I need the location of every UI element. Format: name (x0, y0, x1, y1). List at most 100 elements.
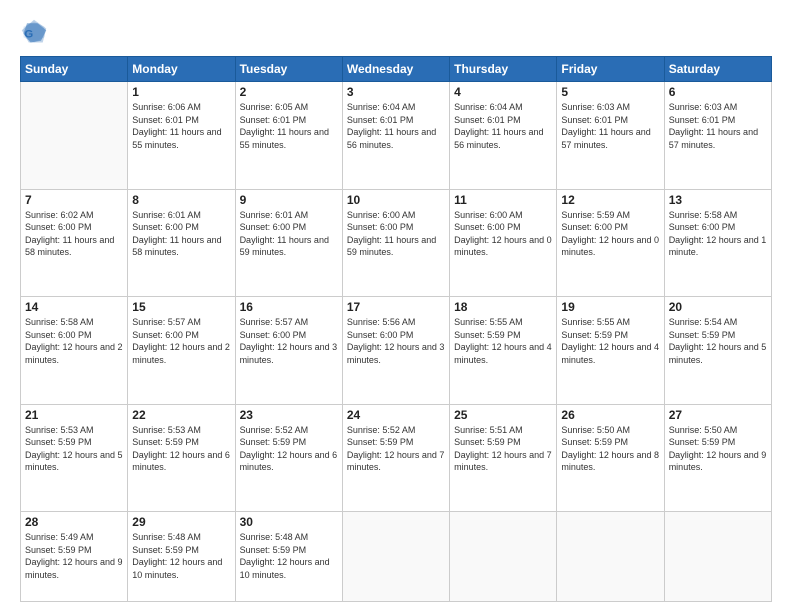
calendar-cell: 17 Sunrise: 5:56 AM Sunset: 6:00 PM Dayli… (342, 297, 449, 405)
day-info: Sunrise: 6:03 AM Sunset: 6:01 PM Dayligh… (561, 101, 659, 151)
page: G SundayMondayTuesdayWednesdayThursdayFr… (0, 0, 792, 612)
calendar-week-row: 21 Sunrise: 5:53 AM Sunset: 5:59 PM Dayli… (21, 404, 772, 512)
calendar-cell: 21 Sunrise: 5:53 AM Sunset: 5:59 PM Dayli… (21, 404, 128, 512)
day-info: Sunrise: 6:03 AM Sunset: 6:01 PM Dayligh… (669, 101, 767, 151)
day-number: 23 (240, 408, 338, 422)
calendar-cell: 5Sunrise: 6:03 AM Sunset: 6:01 PM Daylig… (557, 82, 664, 190)
calendar-cell: 1Sunrise: 6:06 AM Sunset: 6:01 PM Daylig… (128, 82, 235, 190)
calendar-cell: 10 Sunrise: 6:00 AM Sunset: 6:00 PM Dayli… (342, 189, 449, 297)
day-number: 21 (25, 408, 123, 422)
day-info: Sunrise: 6:04 AM Sunset: 6:01 PM Dayligh… (454, 101, 552, 151)
day-info: Sunrise: 5:56 AM Sunset: 6:00 PM Dayligh… (347, 316, 445, 366)
day-info: Sunrise: 6:01 AM Sunset: 6:00 PM Dayligh… (132, 209, 230, 259)
calendar-cell: 24Sunrise: 5:52 AM Sunset: 5:59 PM Dayli… (342, 404, 449, 512)
calendar-cell: 6 Sunrise: 6:03 AM Sunset: 6:01 PM Daylig… (664, 82, 771, 190)
day-info: Sunrise: 5:55 AM Sunset: 5:59 PM Dayligh… (561, 316, 659, 366)
day-info: Sunrise: 5:52 AM Sunset: 5:59 PM Dayligh… (347, 424, 445, 474)
calendar-cell: 26Sunrise: 5:50 AM Sunset: 5:59 PM Dayli… (557, 404, 664, 512)
day-info: Sunrise: 6:04 AM Sunset: 6:01 PM Dayligh… (347, 101, 445, 151)
day-info: Sunrise: 5:52 AM Sunset: 5:59 PM Dayligh… (240, 424, 338, 474)
day-info: Sunrise: 5:58 AM Sunset: 6:00 PM Dayligh… (25, 316, 123, 366)
day-info: Sunrise: 5:53 AM Sunset: 5:59 PM Dayligh… (25, 424, 123, 474)
calendar-header-row: SundayMondayTuesdayWednesdayThursdayFrid… (21, 57, 772, 82)
day-info: Sunrise: 6:00 AM Sunset: 6:00 PM Dayligh… (454, 209, 552, 259)
calendar-cell (21, 82, 128, 190)
day-number: 7 (25, 193, 123, 207)
calendar-cell: 30 Sunrise: 5:48 AM Sunset: 5:59 PM Dayli… (235, 512, 342, 602)
calendar-cell: 28Sunrise: 5:49 AM Sunset: 5:59 PM Dayli… (21, 512, 128, 602)
calendar-cell: 3 Sunrise: 6:04 AM Sunset: 6:01 PM Daylig… (342, 82, 449, 190)
day-number: 30 (240, 515, 338, 529)
day-info: Sunrise: 5:48 AM Sunset: 5:59 PM Dayligh… (132, 531, 230, 581)
calendar-cell: 19 Sunrise: 5:55 AM Sunset: 5:59 PM Dayli… (557, 297, 664, 405)
calendar-cell: 4 Sunrise: 6:04 AM Sunset: 6:01 PM Daylig… (450, 82, 557, 190)
day-info: Sunrise: 6:00 AM Sunset: 6:00 PM Dayligh… (347, 209, 445, 259)
day-number: 13 (669, 193, 767, 207)
day-number: 15 (132, 300, 230, 314)
calendar-day-header: Thursday (450, 57, 557, 82)
day-info: Sunrise: 6:05 AM Sunset: 6:01 PM Dayligh… (240, 101, 338, 151)
generalblue-logo-icon: G (20, 18, 48, 46)
day-number: 18 (454, 300, 552, 314)
day-info: Sunrise: 5:59 AM Sunset: 6:00 PM Dayligh… (561, 209, 659, 259)
header: G (20, 18, 772, 46)
day-info: Sunrise: 5:50 AM Sunset: 5:59 PM Dayligh… (669, 424, 767, 474)
calendar-cell: 23 Sunrise: 5:52 AM Sunset: 5:59 PM Dayli… (235, 404, 342, 512)
day-info: Sunrise: 5:48 AM Sunset: 5:59 PM Dayligh… (240, 531, 338, 581)
day-number: 26 (561, 408, 659, 422)
calendar-day-header: Wednesday (342, 57, 449, 82)
day-info: Sunrise: 5:53 AM Sunset: 5:59 PM Dayligh… (132, 424, 230, 474)
day-number: 29 (132, 515, 230, 529)
calendar-day-header: Tuesday (235, 57, 342, 82)
logo: G (20, 18, 52, 46)
day-info: Sunrise: 5:57 AM Sunset: 6:00 PM Dayligh… (132, 316, 230, 366)
day-info: Sunrise: 5:49 AM Sunset: 5:59 PM Dayligh… (25, 531, 123, 581)
calendar-cell (664, 512, 771, 602)
calendar-cell: 7 Sunrise: 6:02 AM Sunset: 6:00 PM Daylig… (21, 189, 128, 297)
calendar-cell: 22 Sunrise: 5:53 AM Sunset: 5:59 PM Dayli… (128, 404, 235, 512)
day-number: 6 (669, 85, 767, 99)
calendar-week-row: 14 Sunrise: 5:58 AM Sunset: 6:00 PM Dayli… (21, 297, 772, 405)
calendar-cell: 14 Sunrise: 5:58 AM Sunset: 6:00 PM Dayli… (21, 297, 128, 405)
day-number: 20 (669, 300, 767, 314)
calendar-cell: 13Sunrise: 5:58 AM Sunset: 6:00 PM Dayli… (664, 189, 771, 297)
day-number: 17 (347, 300, 445, 314)
day-number: 12 (561, 193, 659, 207)
day-number: 27 (669, 408, 767, 422)
day-number: 2 (240, 85, 338, 99)
day-number: 4 (454, 85, 552, 99)
calendar-cell: 18 Sunrise: 5:55 AM Sunset: 5:59 PM Dayli… (450, 297, 557, 405)
day-info: Sunrise: 5:55 AM Sunset: 5:59 PM Dayligh… (454, 316, 552, 366)
calendar-cell: 12 Sunrise: 5:59 AM Sunset: 6:00 PM Dayli… (557, 189, 664, 297)
calendar-week-row: 7 Sunrise: 6:02 AM Sunset: 6:00 PM Daylig… (21, 189, 772, 297)
calendar-cell (342, 512, 449, 602)
day-number: 10 (347, 193, 445, 207)
day-info: Sunrise: 5:54 AM Sunset: 5:59 PM Dayligh… (669, 316, 767, 366)
calendar-cell: 25Sunrise: 5:51 AM Sunset: 5:59 PM Dayli… (450, 404, 557, 512)
calendar-week-row: 28Sunrise: 5:49 AM Sunset: 5:59 PM Dayli… (21, 512, 772, 602)
calendar-day-header: Friday (557, 57, 664, 82)
calendar-day-header: Monday (128, 57, 235, 82)
calendar-cell: 2 Sunrise: 6:05 AM Sunset: 6:01 PM Daylig… (235, 82, 342, 190)
day-number: 14 (25, 300, 123, 314)
calendar-day-header: Saturday (664, 57, 771, 82)
svg-text:G: G (24, 28, 33, 40)
calendar-cell: 9Sunrise: 6:01 AM Sunset: 6:00 PM Daylig… (235, 189, 342, 297)
day-number: 16 (240, 300, 338, 314)
day-number: 22 (132, 408, 230, 422)
calendar-table: SundayMondayTuesdayWednesdayThursdayFrid… (20, 56, 772, 602)
calendar-cell: 20 Sunrise: 5:54 AM Sunset: 5:59 PM Dayli… (664, 297, 771, 405)
day-info: Sunrise: 5:57 AM Sunset: 6:00 PM Dayligh… (240, 316, 338, 366)
day-number: 8 (132, 193, 230, 207)
calendar-week-row: 1Sunrise: 6:06 AM Sunset: 6:01 PM Daylig… (21, 82, 772, 190)
day-number: 3 (347, 85, 445, 99)
day-info: Sunrise: 5:51 AM Sunset: 5:59 PM Dayligh… (454, 424, 552, 474)
calendar-cell (557, 512, 664, 602)
calendar-day-header: Sunday (21, 57, 128, 82)
day-info: Sunrise: 6:02 AM Sunset: 6:00 PM Dayligh… (25, 209, 123, 259)
calendar-cell: 27 Sunrise: 5:50 AM Sunset: 5:59 PM Dayli… (664, 404, 771, 512)
day-number: 11 (454, 193, 552, 207)
calendar-cell: 29 Sunrise: 5:48 AM Sunset: 5:59 PM Dayli… (128, 512, 235, 602)
day-number: 1 (132, 85, 230, 99)
day-number: 19 (561, 300, 659, 314)
